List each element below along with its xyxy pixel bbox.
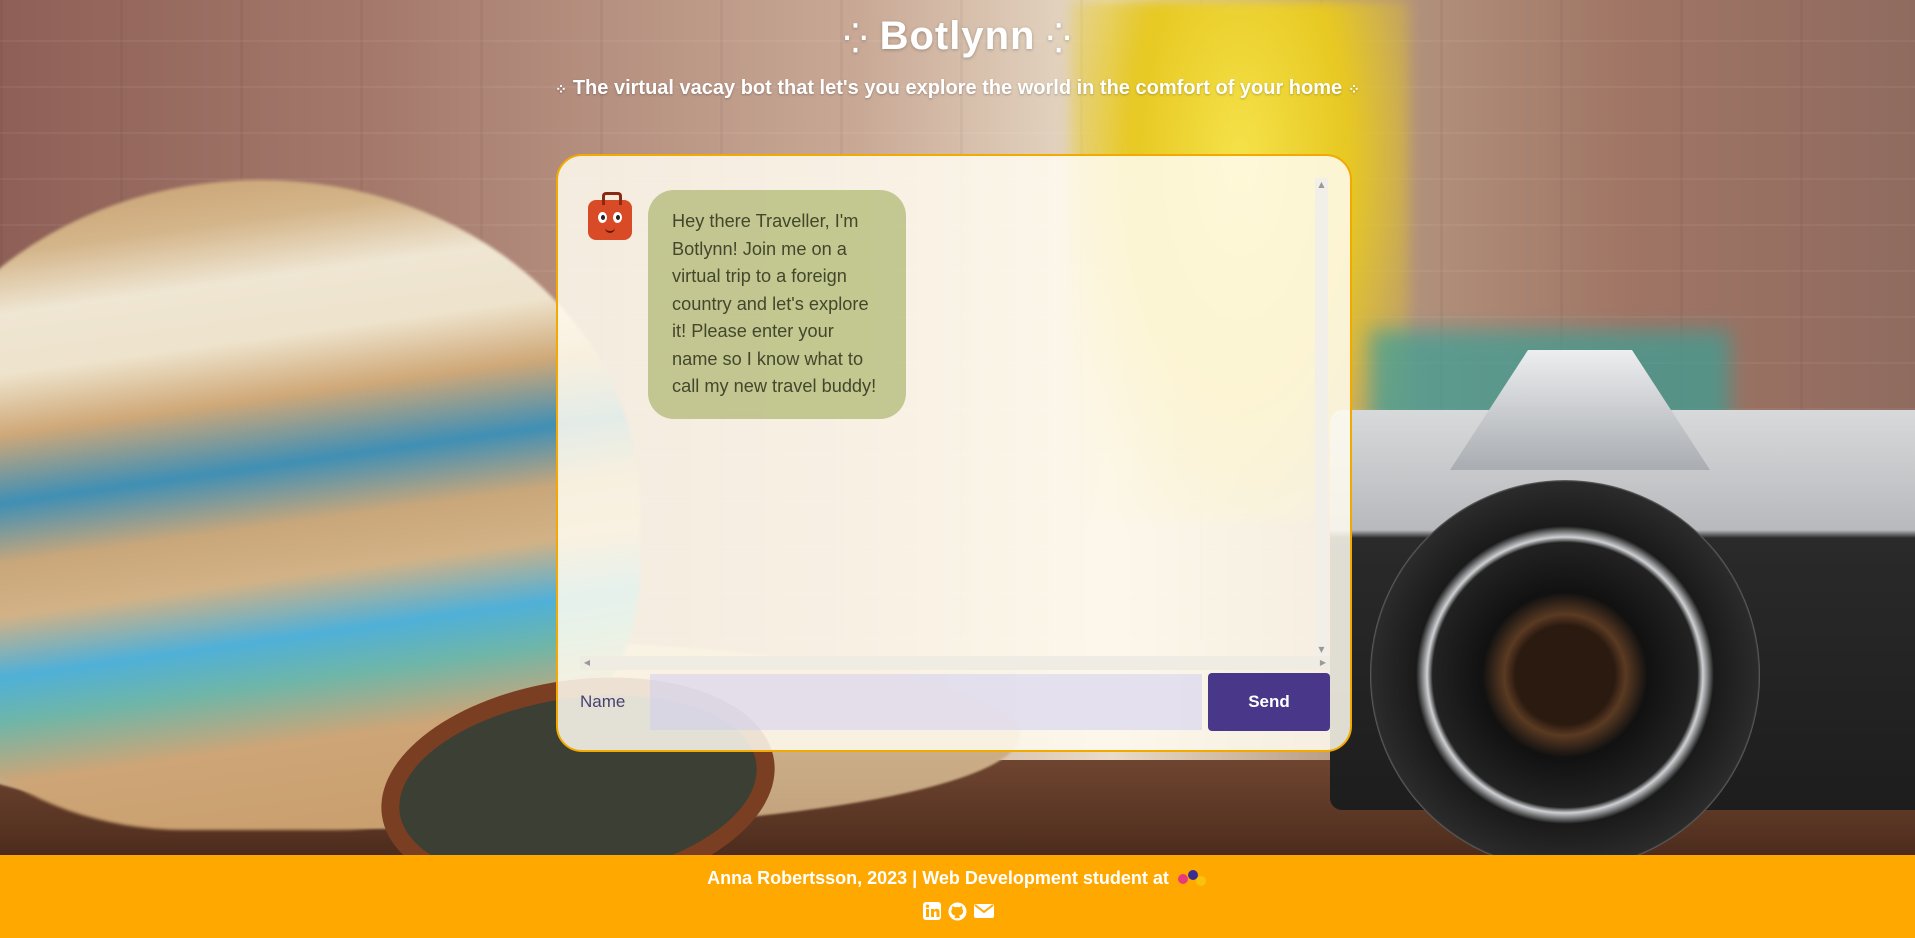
linkedin-icon[interactable] — [922, 901, 942, 921]
sparkle-icon: ⁘ — [1348, 81, 1360, 97]
scroll-down-icon[interactable]: ▼ — [1315, 643, 1328, 656]
message-bubble: Hey there Traveller, I'm Botlynn! Join m… — [648, 190, 906, 419]
page-subtitle: ⁘ The virtual vacay bot that let's you ex… — [0, 77, 1915, 100]
name-input[interactable] — [650, 674, 1202, 730]
scroll-right-icon[interactable]: ▶ — [1316, 656, 1330, 670]
footer-text: Anna Robertsson, 2023 | Web Development … — [0, 868, 1915, 889]
chat-window[interactable]: Hey there Traveller, I'm Botlynn! Join m… — [580, 178, 1330, 678]
chat-container: Hey there Traveller, I'm Botlynn! Join m… — [556, 154, 1352, 752]
sparkle-icon: ⁘ — [555, 81, 567, 97]
send-button[interactable]: Send — [1208, 673, 1330, 731]
subtitle-text: The virtual vacay bot that let's you exp… — [572, 77, 1343, 99]
github-icon[interactable] — [948, 901, 968, 921]
email-icon[interactable] — [973, 901, 994, 921]
page-title: ⁛ Botlynn ⁛ — [0, 14, 1915, 59]
page-footer: Anna Robertsson, 2023 | Web Development … — [0, 855, 1915, 938]
bot-message: Hey there Traveller, I'm Botlynn! Join m… — [580, 190, 1330, 419]
scroll-left-icon[interactable]: ◀ — [580, 656, 594, 670]
sparkle-icon: ⁛ — [844, 22, 868, 54]
name-form: Name Send — [580, 673, 1330, 731]
name-label: Name — [580, 692, 626, 711]
bot-avatar — [580, 190, 640, 250]
horizontal-scrollbar[interactable]: ◀ ▶ — [580, 656, 1330, 670]
sparkle-icon: ⁛ — [1047, 22, 1071, 54]
footer-credit: Anna Robertsson, 2023 | Web Development … — [707, 868, 1169, 888]
suitcase-icon — [588, 192, 632, 240]
school-logo-icon[interactable] — [1177, 870, 1208, 888]
social-links — [0, 901, 1915, 921]
title-text: Botlynn — [879, 14, 1036, 58]
scroll-up-icon[interactable]: ▲ — [1315, 178, 1328, 191]
page-header: ⁛ Botlynn ⁛ ⁘ The virtual vacay bot that le… — [0, 0, 1915, 100]
vertical-scrollbar[interactable]: ▲ ▼ — [1315, 178, 1328, 656]
